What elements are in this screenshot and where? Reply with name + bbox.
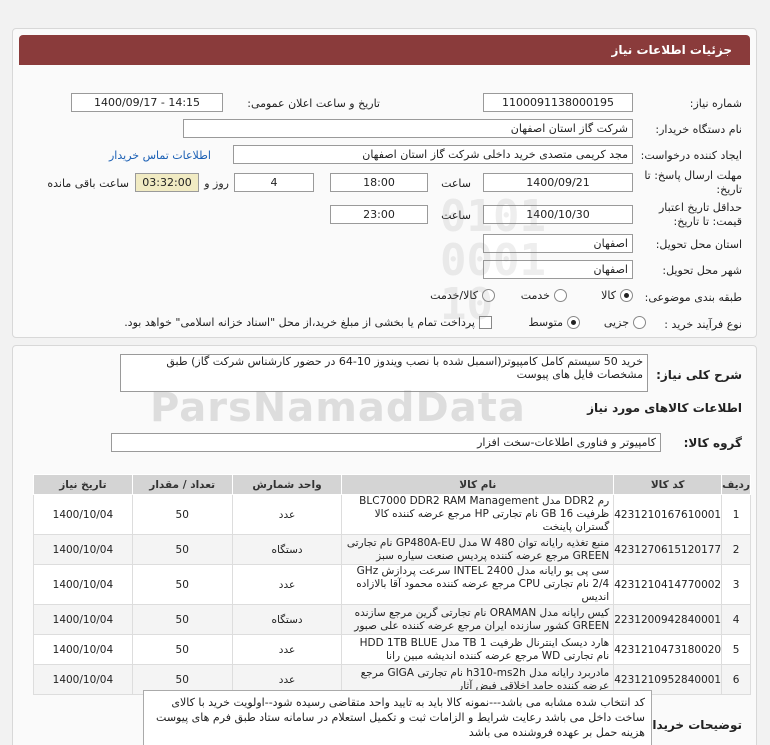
table-row: 5 4231210473180020 هارد دیسک اینترنال ظرفی…: [33, 634, 751, 665]
creator-field: مجد کریمی متصدی خرید داخلی شرکت گاز استا…: [233, 145, 633, 164]
deadline-date-field: 1400/09/21: [483, 173, 633, 192]
item-date: 1400/10/04: [33, 634, 133, 665]
radio-icon[interactable]: [567, 316, 580, 329]
item-code: 4231210414770002: [613, 564, 723, 605]
need-number-field: 1100091138000195: [483, 93, 633, 112]
deadline-time-field: 18:00: [330, 173, 428, 192]
col-qty: تعداد / مقدار: [131, 474, 233, 495]
table-header-row: ردیف کد کالا نام کالا واحد شمارش تعداد /…: [33, 474, 751, 495]
general-desc-label: شرح کلی نیاز:: [656, 368, 742, 382]
days-field: 4: [234, 173, 314, 192]
radio-icon[interactable]: [633, 316, 646, 329]
col-date: تاریخ نیاز: [33, 474, 133, 495]
col-row: ردیف: [721, 474, 751, 495]
item-name: منبع تغذیه رایانه توان 480 W مدل GP480A-…: [341, 534, 615, 565]
buyer-org-label: نام دستگاه خریدار:: [655, 123, 742, 136]
row-number: 2: [721, 534, 751, 565]
row-number: 4: [721, 604, 751, 635]
city-label: شهر محل تحویل:: [662, 264, 742, 277]
row-number: 3: [721, 564, 751, 605]
radio-icon[interactable]: [620, 289, 633, 302]
validity-date-label: قیمت: تا تاریخ:: [673, 215, 742, 228]
item-unit: عدد: [231, 564, 343, 605]
watermark: ParsNamadData: [150, 385, 526, 431]
goods-group-label: گروه کالا:: [683, 436, 742, 450]
need-details-panel: جزئیات اطلاعات نیاز شماره نیاز: 11000911…: [12, 28, 757, 338]
item-date: 1400/10/04: [33, 534, 133, 565]
remaining-label: ساعت باقی مانده: [47, 177, 129, 190]
item-date: 1400/10/04: [33, 664, 133, 695]
deadline-label: مهلت ارسال پاسخ: تا: [644, 169, 742, 182]
item-qty: 50: [131, 534, 233, 565]
table-row: 1 4231210167610001 رم DDR2 مدل BLC7000 DDR…: [33, 494, 751, 535]
row-number: 6: [721, 664, 751, 695]
col-unit: واحد شمارش: [231, 474, 343, 495]
payment-treasury-option[interactable]: پرداخت تمام یا بخشی از مبلغ خرید،از محل …: [124, 316, 492, 329]
item-unit: دستگاه: [231, 604, 343, 635]
goods-group-field: کامپیوتر و فناوری اطلاعات-سخت افزار: [111, 433, 661, 452]
contact-buyer-link[interactable]: اطلاعات تماس خریدار: [109, 149, 211, 162]
item-date: 1400/10/04: [33, 604, 133, 635]
buyer-notes-label: توضیحات خریدار:: [640, 718, 742, 732]
item-code: 2231200942840001: [613, 604, 723, 635]
item-code: 4231270615120177: [613, 534, 723, 565]
item-qty: 50: [131, 564, 233, 605]
item-date: 1400/10/04: [33, 494, 133, 535]
buyer-org-field: شرکت گاز استان اصفهان: [183, 119, 633, 138]
process-label: نوع فرآیند خرید :: [664, 318, 742, 331]
item-name: سی پی یو رایانه مدل INTEL 2400 سرعت پردا…: [341, 564, 615, 605]
panel-title: جزئیات اطلاعات نیاز: [19, 35, 750, 65]
announce-field: 1400/09/17 - 14:15: [71, 93, 223, 112]
col-code: کد کالا: [613, 474, 723, 495]
row-number: 5: [721, 634, 751, 665]
item-unit: عدد: [231, 494, 343, 535]
table-row: 4 2231200942840001 کیس رایانه مدل ORAMAN ن…: [33, 604, 751, 635]
item-code: 4231210473180020: [613, 634, 723, 665]
buyer-notes-field: کد انتخاب شده مشابه می باشد---نمونه کالا…: [143, 690, 652, 745]
days-label: روز و: [204, 177, 229, 190]
table-row: 2 4231270615120177 منبع تغذیه رایانه توان …: [33, 534, 751, 565]
goods-table: ردیف کد کالا نام کالا واحد شمارش تعداد /…: [33, 474, 751, 695]
deadline-date-label: تاریخ:: [716, 183, 742, 196]
announce-label: تاریخ و ساعت اعلان عمومی:: [247, 97, 380, 110]
table-row: 3 4231210414770002 سی پی یو رایانه مدل INT…: [33, 564, 751, 605]
item-name: رم DDR2 مدل BLC7000 DDR2 RAM Management …: [341, 494, 615, 535]
validity-time-field: 23:00: [330, 205, 428, 224]
validity-label: حداقل تاریخ اعتبار: [658, 201, 742, 214]
remaining-time-field: 03:32:00: [135, 173, 199, 192]
item-code: 4231210167610001: [613, 494, 723, 535]
item-unit: دستگاه: [231, 534, 343, 565]
item-unit: عدد: [231, 634, 343, 665]
watermark-stamp: 0101 0001 10: [440, 191, 546, 330]
radio-icon[interactable]: [554, 289, 567, 302]
item-qty: 50: [131, 634, 233, 665]
category-option-goods[interactable]: کالا: [601, 289, 633, 302]
item-qty: 50: [131, 494, 233, 535]
row-number: 1: [721, 494, 751, 535]
col-name: نام کالا: [341, 474, 615, 495]
need-number-label: شماره نیاز:: [689, 97, 742, 110]
goods-info-title: اطلاعات کالاهای مورد نیاز: [587, 401, 742, 415]
item-name: کیس رایانه مدل ORAMAN نام تجارتی گرین مر…: [341, 604, 615, 635]
creator-label: ایجاد کننده درخواست:: [640, 149, 742, 162]
item-qty: 50: [131, 604, 233, 635]
category-label: طبقه بندی موضوعی:: [644, 291, 742, 304]
item-date: 1400/10/04: [33, 564, 133, 605]
deadline-time-label: ساعت: [441, 177, 471, 190]
item-name: هارد دیسک اینترنال ظرفیت 1 TB مدل HDD 1T…: [341, 634, 615, 665]
province-label: استان محل تحویل:: [655, 238, 742, 251]
process-option-minor[interactable]: جزیی: [604, 316, 646, 329]
